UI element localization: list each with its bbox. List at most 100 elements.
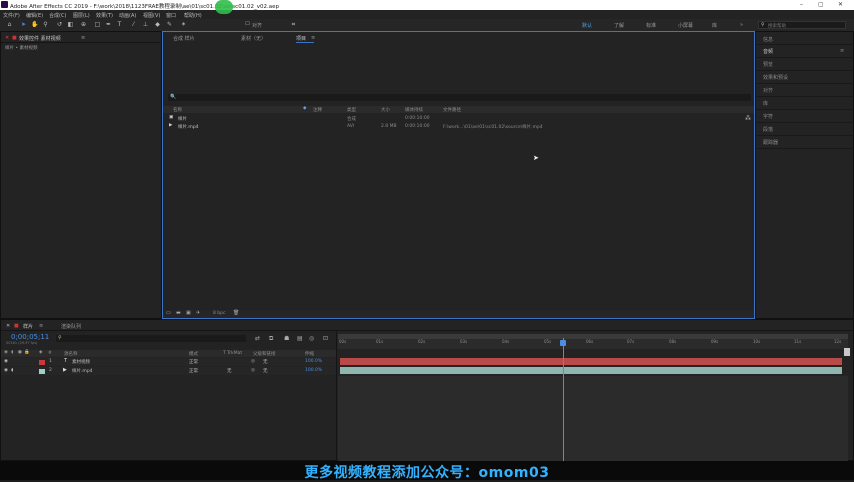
- timeline-search-input[interactable]: ⚲: [56, 335, 246, 342]
- rectangle-tool-icon[interactable]: □: [94, 21, 101, 28]
- layer-stretch-value[interactable]: 100.0%: [305, 368, 322, 373]
- layer-row[interactable]: ◉ ◖ 2 ▶ 样片.mp4 正常 无 ◎ 无 100.0%: [1, 367, 336, 375]
- label-icon[interactable]: ◆: [39, 350, 42, 355]
- visibility-eye-icon[interactable]: ◉: [4, 368, 8, 373]
- panel-audio[interactable]: 音频: [763, 48, 773, 55]
- workspace-more[interactable]: »: [740, 22, 743, 28]
- current-timecode[interactable]: 0;00;05;11: [11, 333, 49, 341]
- project-search-input[interactable]: 🔍: [168, 94, 751, 101]
- video-toggle-icon[interactable]: ◉: [4, 350, 8, 355]
- layer-row[interactable]: ◉ 1 T 素材视频 正常 ◎ 无 100.0%: [1, 358, 336, 366]
- layer-bar-video[interactable]: [340, 367, 842, 374]
- minimize-button[interactable]: –: [800, 1, 803, 8]
- menu-effect[interactable]: 效果(T): [96, 12, 113, 19]
- roto-brush-tool-icon[interactable]: ✎: [166, 21, 173, 28]
- project-tab[interactable]: 项目: [296, 35, 306, 42]
- label-icon[interactable]: ◆: [303, 106, 306, 111]
- render-queue-tab[interactable]: 渲染队列: [61, 323, 81, 330]
- lock-icon[interactable]: ■: [14, 323, 19, 329]
- type-tool-icon[interactable]: T: [116, 21, 123, 28]
- menu-window[interactable]: 窗口: [166, 12, 176, 19]
- panel-preview[interactable]: 预览: [763, 61, 773, 68]
- brush-tool-icon[interactable]: ⁄: [130, 21, 137, 28]
- workspace-small-screen[interactable]: 小屏幕: [678, 22, 693, 29]
- camera-tool-icon[interactable]: ◧: [67, 21, 74, 28]
- solo-toggle-icon[interactable]: ●: [18, 350, 22, 355]
- panel-libraries[interactable]: 库: [763, 100, 768, 107]
- graph-editor-icon[interactable]: ⊡: [323, 335, 328, 342]
- new-composition-icon[interactable]: ▣: [186, 310, 191, 316]
- delete-icon[interactable]: 🗑: [233, 310, 239, 316]
- close-tab-icon[interactable]: ✕: [5, 35, 9, 41]
- shy-icon[interactable]: ☗: [284, 335, 289, 342]
- timeline-nav-handle[interactable]: [844, 348, 850, 356]
- col-stretch[interactable]: 伸缩: [305, 351, 314, 357]
- snap-checkbox[interactable]: ☐: [244, 21, 251, 28]
- footage-tab[interactable]: 素材（无）: [241, 35, 266, 42]
- lock-icon[interactable]: ■: [12, 35, 17, 41]
- panel-effects-presets[interactable]: 效果和预设: [763, 74, 788, 81]
- layer-parent-select[interactable]: 无: [263, 368, 268, 374]
- menu-view[interactable]: 视图(V): [143, 12, 160, 19]
- motion-blur-icon[interactable]: ◎: [309, 335, 314, 342]
- menu-composition[interactable]: 合成(C): [49, 12, 66, 19]
- workspace-default[interactable]: 默认: [582, 22, 592, 29]
- layer-mode-select[interactable]: 正常: [189, 368, 198, 374]
- timeline-tab-comp[interactable]: 样片: [23, 323, 33, 330]
- layer-bar-text[interactable]: [340, 358, 842, 365]
- visibility-eye-icon[interactable]: ◉: [4, 359, 8, 364]
- playhead-handle[interactable]: [559, 340, 566, 346]
- layer-color-label[interactable]: [39, 359, 45, 365]
- interpret-footage-icon[interactable]: ▭: [166, 310, 171, 316]
- col-path[interactable]: 文件路径: [443, 107, 461, 113]
- col-trkmat[interactable]: T TrkMat: [223, 351, 242, 356]
- hand-tool-icon[interactable]: ✋: [31, 21, 38, 28]
- col-parent[interactable]: 父级和链接: [253, 351, 276, 357]
- workspace-standard[interactable]: 标准: [646, 22, 656, 29]
- audio-speaker-icon[interactable]: ◖: [11, 368, 13, 373]
- layer-stretch-value[interactable]: 100.0%: [305, 359, 322, 364]
- workspace-library[interactable]: 库: [712, 22, 717, 29]
- playhead-line[interactable]: [562, 338, 564, 461]
- panel-info[interactable]: 信息: [763, 36, 773, 43]
- lock-toggle-icon[interactable]: 🔒: [24, 350, 30, 355]
- composition-tab[interactable]: 合成 样片: [173, 35, 195, 42]
- project-menu-icon[interactable]: ≡: [311, 35, 315, 41]
- panel-tracker[interactable]: 跟踪器: [763, 139, 778, 146]
- effect-controls-tab[interactable]: 效果控件 素材视频: [19, 35, 61, 42]
- table-row[interactable]: ▣ 样片 合成 0:00:10:00: [163, 115, 754, 123]
- layer-mode-select[interactable]: 正常: [189, 359, 198, 365]
- composition-mini-flowchart-icon[interactable]: ⇄: [255, 335, 260, 342]
- bpc-label[interactable]: 8 bpc: [213, 311, 225, 316]
- layer-name[interactable]: 样片.mp4: [72, 368, 93, 374]
- col-comment[interactable]: 注释: [313, 107, 322, 113]
- zoom-tool-icon[interactable]: ⚲: [42, 21, 49, 28]
- menu-file[interactable]: 文件(F): [3, 12, 20, 19]
- rotate-tool-icon[interactable]: ↺: [56, 21, 63, 28]
- selection-tool-icon[interactable]: ➤: [20, 21, 27, 28]
- panel-paragraph[interactable]: 段落: [763, 126, 773, 133]
- new-folder-icon[interactable]: ▬: [176, 310, 181, 316]
- maximize-button[interactable]: ▢: [818, 1, 824, 8]
- pen-tool-icon[interactable]: ✒: [105, 21, 112, 28]
- draft-3d-icon[interactable]: ⧉: [269, 335, 273, 343]
- col-duration[interactable]: 媒体持续: [405, 107, 423, 113]
- layer-color-label[interactable]: [39, 368, 45, 374]
- eraser-tool-icon[interactable]: ◆: [154, 21, 161, 28]
- table-row[interactable]: ▶ 样片.mp4 AVI 2.8 MB 0:00:10:00 F:\work..…: [163, 123, 754, 131]
- menu-animation[interactable]: 动画(A): [119, 12, 136, 19]
- home-icon[interactable]: ⌂: [6, 21, 13, 28]
- close-tab-icon[interactable]: ✕: [6, 323, 10, 329]
- frame-blending-icon[interactable]: ▤: [297, 335, 303, 342]
- help-search-input[interactable]: ⚲ 搜索帮助: [758, 21, 846, 29]
- parent-pickwhip-icon[interactable]: ◎: [251, 368, 255, 373]
- close-button[interactable]: ✕: [838, 1, 843, 8]
- menu-layer[interactable]: 图层(L): [73, 12, 90, 19]
- panel-menu-icon[interactable]: ≡: [81, 35, 85, 41]
- menu-edit[interactable]: 编辑(E): [26, 12, 43, 19]
- clone-stamp-tool-icon[interactable]: ⊥: [142, 21, 149, 28]
- audio-toggle-icon[interactable]: ◖: [11, 350, 13, 355]
- panel-character[interactable]: 字符: [763, 113, 773, 120]
- panel-menu-icon[interactable]: ≡: [39, 323, 43, 329]
- pan-behind-tool-icon[interactable]: ⊕: [80, 21, 87, 28]
